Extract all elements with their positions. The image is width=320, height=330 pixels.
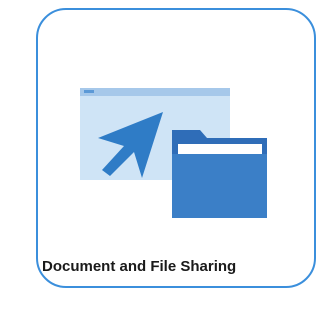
tile-label: Document and File Sharing <box>42 258 237 275</box>
folder-icon <box>172 130 267 218</box>
document-file-sharing-icon <box>80 88 267 218</box>
